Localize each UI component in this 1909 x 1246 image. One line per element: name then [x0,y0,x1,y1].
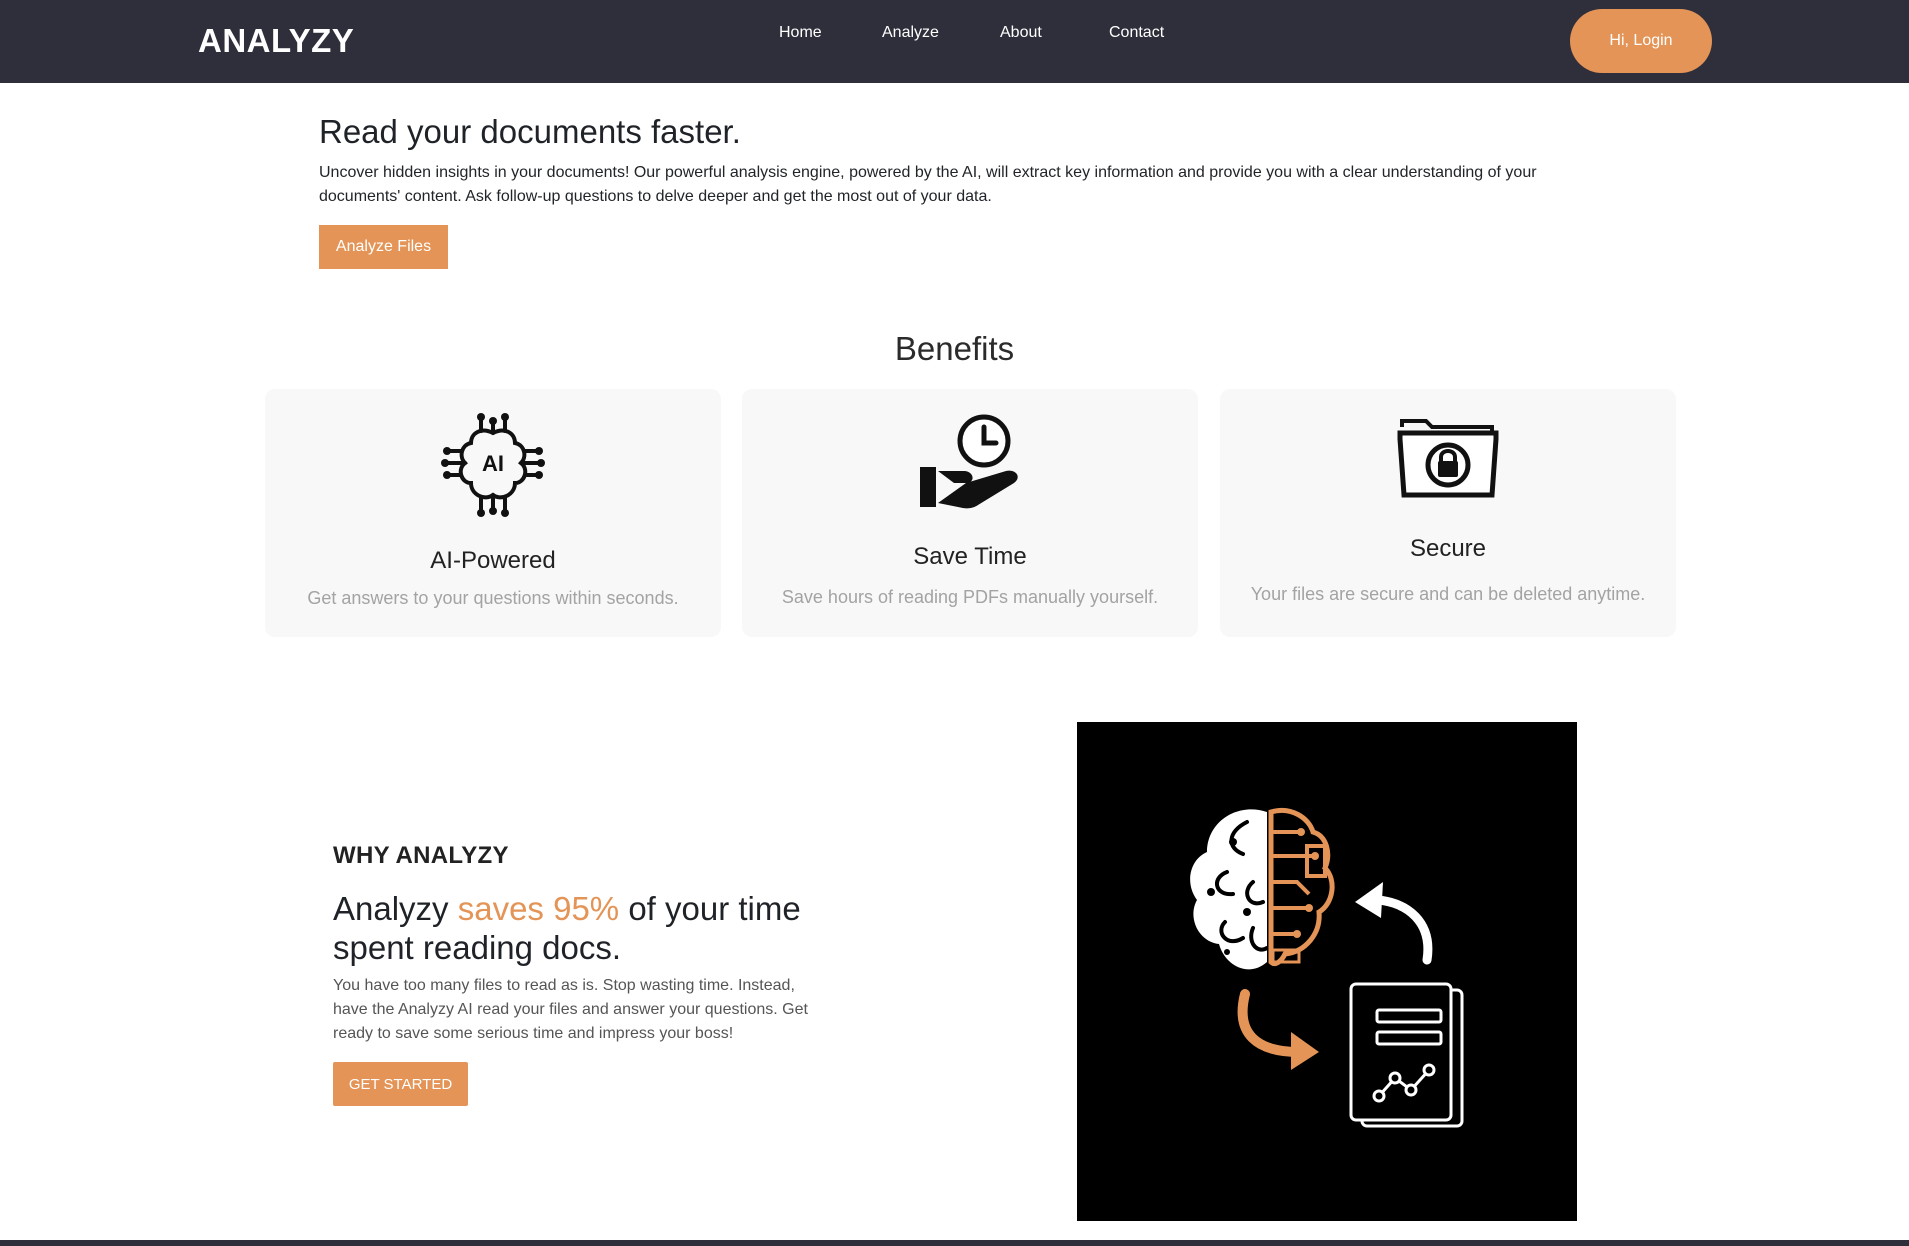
get-started-button[interactable]: GET STARTED [333,1062,468,1106]
analyze-files-button[interactable]: Analyze Files [319,225,448,269]
brain-document-illustration [1077,722,1577,1221]
secure-folder-icon [1397,419,1499,498]
benefit-title-time: Save Time [913,543,1027,570]
why-section-label: WHY ANALYZY [333,842,509,869]
time-hand-icon [920,414,1018,509]
benefit-title-ai: AI-Powered [430,547,556,574]
nav-link-contact[interactable]: Contact [1109,24,1164,42]
why-description: You have too many files to read as is. S… [333,977,808,1042]
login-button[interactable]: Hi, Login [1570,9,1712,73]
brand-logo[interactable]: ANALYZY [198,22,354,60]
benefit-text-ai: Get answers to your questions within sec… [307,588,679,608]
nav-link-analyze[interactable]: Analyze [882,24,939,42]
svg-text:AI: AI [482,451,504,476]
hero-description: Uncover hidden insights in your document… [319,164,1537,205]
benefit-text-time: Save hours of reading PDFs manually your… [781,587,1159,607]
benefit-text-secure: Your files are secure and can be deleted… [1250,584,1646,604]
illustration-graphic [1190,808,1464,1128]
benefit-card-ai: AI AI-Powered Get answers to your questi… [265,389,721,637]
footer-edge [0,1240,1909,1246]
curved-arrow-icon [1355,882,1433,965]
why-headline-pre: Analyzy [333,890,458,927]
benefit-card-secure: Secure Your files are secure and can be … [1220,389,1676,637]
ai-brain-icon: AI [441,413,545,517]
nav-link-home[interactable]: Home [779,24,822,42]
benefit-card-time: Save Time Save hours of reading PDFs man… [742,389,1198,637]
brain-icon [1190,808,1335,970]
nav-link-about[interactable]: About [1000,24,1042,42]
document-chart-icon [1349,982,1464,1128]
benefit-title-secure: Secure [1409,535,1487,562]
hero-title: Read your documents faster. [319,113,741,150]
benefits-title: Benefits [894,330,1015,367]
orange-arrow-icon [1237,989,1319,1070]
navbar: ANALYZY Home Analyze About Contact Hi, L… [0,0,1909,83]
why-headline: Analyzy saves 95% of your time spent rea… [333,889,853,967]
why-headline-highlight: saves 95% [457,890,620,927]
